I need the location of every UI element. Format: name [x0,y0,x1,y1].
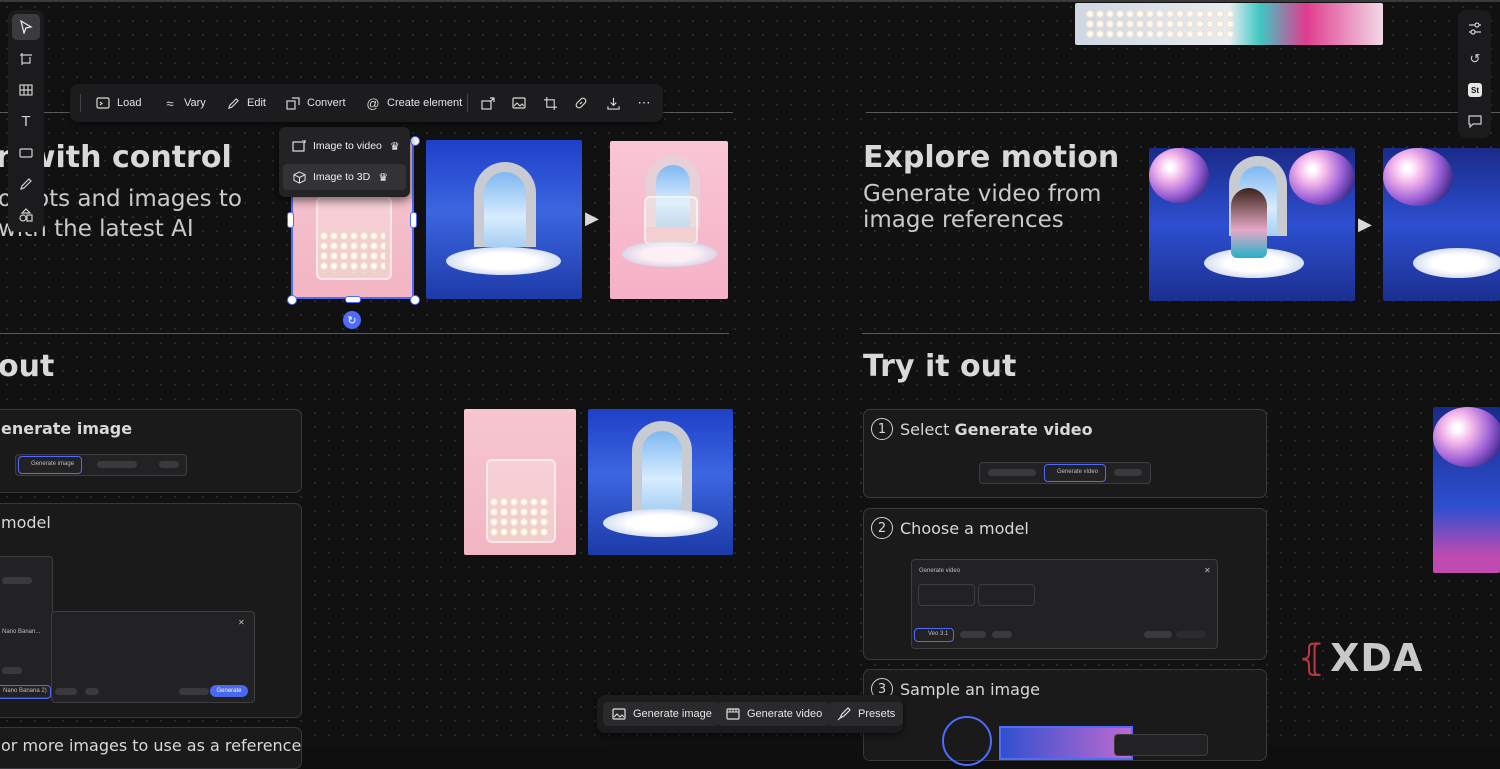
motion-result-image[interactable] [1383,148,1500,301]
step-number: 1 [871,418,893,440]
step-card-generate-image[interactable]: enerate image Generate image [0,409,302,493]
cube-icon [291,169,307,185]
menu-item-image-to-video[interactable]: Image to video ♛ [283,133,406,159]
step-card-choose-model[interactable]: model Nano Banan... ✕ Nano Banana 2) Gen… [0,503,302,718]
image-icon [611,706,627,722]
resize-handle[interactable] [410,295,420,305]
link-button[interactable] [573,91,589,115]
partial-balloon-image[interactable] [1433,407,1500,573]
resize-handle[interactable] [410,212,417,228]
link-icon [573,95,589,111]
mini-model-name: Veo 3.1 [928,631,949,637]
stock-icon[interactable]: St [1463,78,1487,102]
arrow-right-icon: ▶ [1358,214,1372,234]
explore-subtitle-line2: image references [863,207,1064,233]
try-it-out-heading: out [0,349,55,384]
at-sign-icon: @ [366,95,380,111]
composite-result-image[interactable] [610,141,728,299]
convert-icon [285,95,301,111]
mini-sample-thumbnail [999,726,1133,760]
frame-icon[interactable] [12,46,40,72]
top-partial-image[interactable] [1075,3,1383,45]
load-icon [95,95,111,111]
right-toolbar: ↺ St [1458,10,1491,138]
resize-handle[interactable] [287,295,297,305]
rotate-handle-icon[interactable]: ↻ [343,311,361,329]
vary-button[interactable]: ≈ Vary [162,91,205,115]
premium-crown-icon: ♛ [378,171,389,184]
mini-generate-video-panel: Generate video ✕ [911,559,1218,649]
left-toolbar: T [8,10,44,232]
mini-generate-image-label: Generate image [31,461,75,467]
xda-mark-icon: ⦃ [1298,637,1327,679]
pen-icon[interactable] [12,171,40,197]
more-icon: ⋯ [637,95,651,110]
load-button[interactable]: Load [95,91,141,115]
arch-stage-image[interactable] [426,140,582,299]
text-icon[interactable]: T [12,108,40,134]
premium-crown-icon: ♛ [389,140,400,153]
upscale-button[interactable] [480,91,496,115]
history-icon[interactable]: ↺ [1463,47,1487,71]
select-icon[interactable] [12,14,40,40]
shapes-library-icon[interactable] [12,202,40,228]
video-icon [725,706,741,722]
context-toolbar: Load ≈ Vary Edit Convert @ Create element [70,84,663,122]
resize-handle[interactable] [287,212,294,228]
step-label: model [1,513,51,532]
convert-menu: Image to video ♛ Image to 3D ♛ [279,127,410,197]
shape-icon[interactable] [12,140,40,166]
mini-model-name: Nano Banana 2) [3,688,47,694]
step-2-label: 2 Choose a model [871,517,1029,539]
step-label: enerate image [1,419,133,438]
arrow-right-icon: ▶ [585,208,599,228]
step-card-sample-image[interactable]: 3 Sample an image [863,669,1267,766]
step-number: 2 [871,517,893,539]
image-to-video-icon [291,138,307,154]
table-icon[interactable] [12,77,40,103]
adjustments-icon[interactable] [1463,16,1487,40]
crop-icon [542,95,558,111]
section-divider [866,112,1500,113]
vary-icon: ≈ [166,95,174,111]
resize-handle[interactable] [410,136,420,146]
mini-rocket-icon [942,716,992,766]
motion-reference-image[interactable] [1149,148,1355,301]
edit-pencil-icon [225,95,241,111]
image-icon [511,95,527,111]
bottom-action-bar: Generate image Generate video Presets [597,695,904,733]
top-divider [0,0,1500,2]
step-1-label: 1 Select Generate video [871,418,1093,440]
create-element-button[interactable]: @ Create element [365,91,462,115]
section-divider [862,333,1500,334]
generate-image-button[interactable]: Generate image [603,702,720,726]
comment-icon[interactable] [1463,109,1487,133]
xda-watermark-logo: ⦃ XDA [1298,636,1424,680]
download-button[interactable] [605,91,621,115]
explore-motion-heading: Explore motion [863,140,1120,175]
upscale-icon [480,95,496,111]
generate-video-button[interactable]: Generate video [717,702,831,726]
try-it-out-heading: Try it out [863,349,1017,384]
download-icon [605,95,621,111]
explore-subtitle-line1: Generate video from [863,181,1102,207]
mini-generate-video-label: Generate video [1057,469,1099,475]
sample-pearl-bag-image[interactable] [464,409,576,555]
step-card-select-generate-video[interactable]: 1 Select Generate video Generate video [863,409,1267,498]
resize-handle[interactable] [345,296,361,303]
crop-button[interactable] [542,91,558,115]
edit-button[interactable]: Edit [225,91,266,115]
rocket-icon [836,706,852,722]
step-card-choose-model[interactable]: 2 Choose a model Generate video ✕ Veo 3.… [863,508,1267,660]
image-button[interactable] [511,91,527,115]
more-options-button[interactable]: ⋯ [636,91,652,115]
convert-button[interactable]: Convert [285,91,346,115]
sample-arch-image[interactable] [588,409,733,555]
step-card-reference[interactable]: or more images to use as a reference [0,727,302,769]
menu-item-image-to-3d[interactable]: Image to 3D ♛ [283,164,406,190]
mini-model-list: Nano Banan... [0,556,53,698]
mini-generate-button: Generate [210,685,248,697]
section-divider [0,333,729,334]
presets-button[interactable]: Presets [828,702,904,726]
